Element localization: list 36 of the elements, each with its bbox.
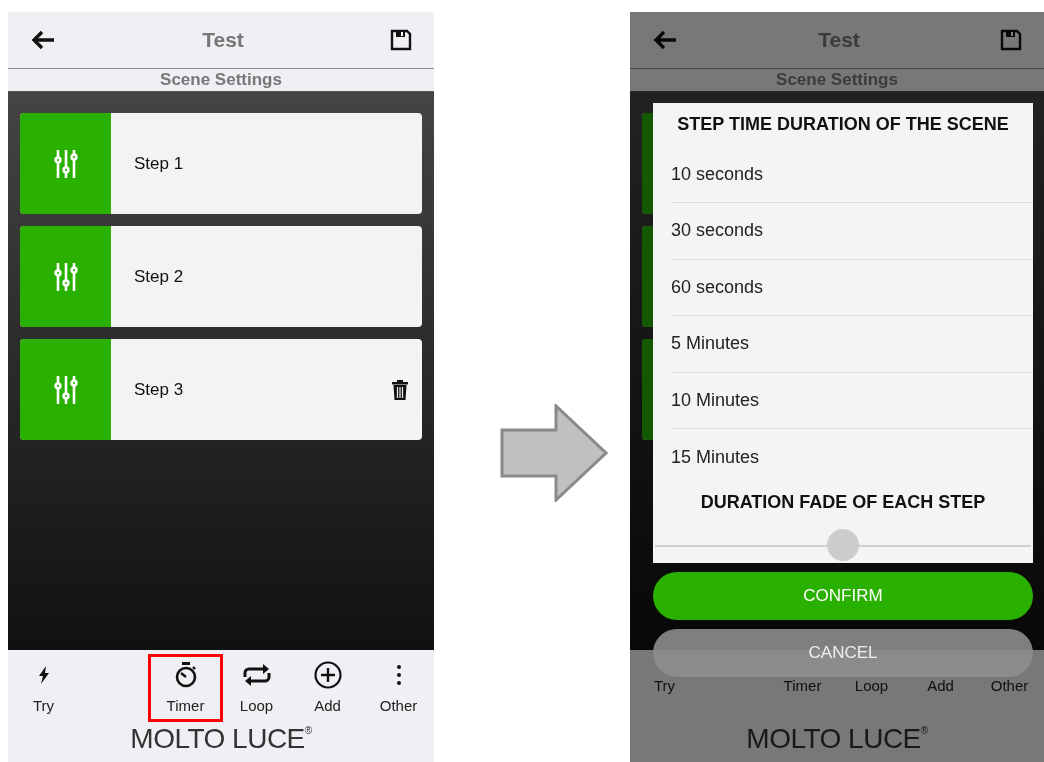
dialog-subtitle: DURATION FADE OF EACH STEP [699, 490, 987, 514]
plus-circle-icon [313, 660, 342, 689]
repeat-icon [241, 662, 272, 687]
step-card[interactable]: Step 3 [20, 339, 422, 440]
step-label: Step 2 [134, 265, 185, 288]
step-card[interactable]: Step 2 [20, 226, 422, 327]
dialog-title: STEP TIME DURATION OF THE SCENE [676, 113, 1010, 137]
duration-option[interactable]: 10 Minutes [671, 372, 1033, 430]
sliders-icon [53, 375, 78, 404]
tab-button[interactable]: Timer [148, 654, 223, 722]
duration-option[interactable]: 60 seconds [671, 259, 1033, 317]
more-icon [395, 663, 402, 686]
tab-button[interactable]: Try [8, 654, 81, 722]
sliders-icon [53, 262, 78, 291]
duration-option[interactable]: 5 Minutes [671, 316, 1033, 373]
stopwatch-icon [173, 661, 198, 688]
screen-title: Test [202, 27, 244, 54]
save-icon[interactable] [390, 29, 412, 51]
step-card[interactable]: Step 1 [20, 113, 422, 214]
sliders-icon [53, 149, 78, 178]
fade-slider[interactable] [655, 529, 1031, 563]
tab-button[interactable]: Try [630, 676, 701, 702]
slider-thumb[interactable] [827, 529, 859, 562]
section-title: Scene Settings [776, 69, 898, 92]
lightning-icon [37, 665, 50, 684]
duration-option[interactable]: 10 seconds [671, 146, 1033, 204]
step-label: Step 3 [134, 378, 185, 401]
step-label: Step 1 [134, 152, 185, 175]
back-arrow-icon[interactable] [30, 30, 56, 50]
trash-icon[interactable] [392, 379, 408, 400]
brand-logo: MOLTO LUCE$^{®}$ [130, 722, 312, 756]
brand-logo: MOLTO LUCE$^{®}$ [746, 722, 928, 756]
duration-option[interactable]: 15 Minutes [671, 429, 1033, 486]
screen-title: Test [818, 27, 860, 54]
duration-option[interactable]: 30 seconds [671, 203, 1033, 260]
section-title: Scene Settings [160, 69, 282, 92]
